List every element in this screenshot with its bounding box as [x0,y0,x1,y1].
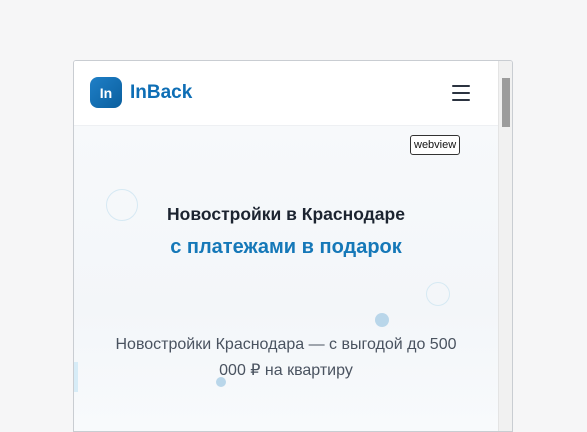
site-header: In InBack [74,61,498,126]
hero-description: Новостройки Краснодара — с выгодой до 50… [115,336,457,379]
decor-circle [426,282,450,306]
hero-title: Новостройки в Краснодаре [167,204,405,224]
burger-line [452,92,470,94]
burger-line [452,85,470,87]
browser-window: In InBack webview Новостройки в Краснода… [73,60,513,432]
vertical-scrollbar[interactable] [498,61,512,431]
scrollbar-thumb[interactable] [502,78,510,127]
hero-subtitle: с платежами в подарок [170,236,402,258]
hamburger-menu-icon[interactable] [452,85,470,101]
burger-line [452,99,470,101]
logo-icon[interactable]: In [90,77,122,108]
webview-badge: webview [410,135,461,155]
hero-section: webview Новостройки в Краснодаре с плате… [74,126,498,431]
logo-text: In [99,84,113,101]
brand-name[interactable]: InBack [130,82,192,104]
decor-dot [375,313,389,327]
decor-strip [74,362,78,392]
